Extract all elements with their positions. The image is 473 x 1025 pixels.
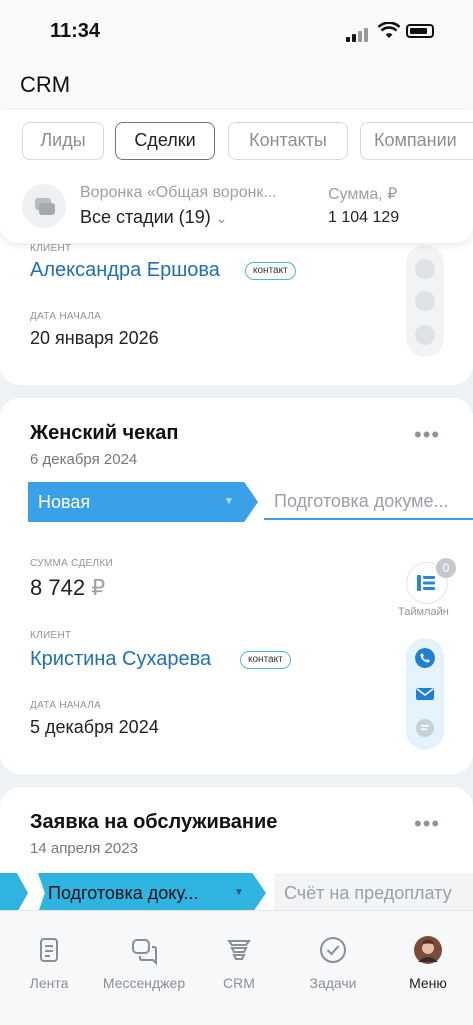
deal-date: 6 декабря 2024 [30, 451, 138, 468]
stage-current-label: Подготовка доку... [48, 883, 199, 903]
tasks-icon [318, 935, 348, 965]
stage-previous[interactable] [0, 873, 28, 913]
amount-value: 8 742 [30, 575, 86, 600]
phone-icon[interactable] [415, 648, 435, 668]
tab-deals[interactable]: Сделки [115, 122, 215, 160]
page-title: CRM [20, 72, 71, 97]
start-date-label: ДАТА НАЧАЛА [30, 311, 102, 322]
app-header [0, 62, 473, 112]
stage-current[interactable]: Новая ▼ [28, 482, 258, 522]
funnel-stage-value: Все стадии (19) [80, 207, 211, 227]
start-date: 20 января 2026 [30, 328, 159, 348]
mail-icon[interactable] [415, 684, 435, 704]
deal-title[interactable]: Заявка на обслуживание [30, 811, 277, 834]
start-date-label: ДАТА НАЧАЛА [30, 700, 102, 711]
chat-icon[interactable] [415, 718, 435, 738]
tab-menu-label: Меню [409, 975, 447, 991]
funnel-icon[interactable] [22, 184, 66, 228]
client-label: КЛИЕНТ [30, 630, 72, 641]
deal-card[interactable]: Женский чекап 6 декабря 2024 ••• Новая ▼… [0, 398, 473, 774]
stage-next[interactable]: Подготовка докуме... [264, 482, 473, 520]
phone-icon[interactable] [415, 259, 435, 279]
tab-leads[interactable]: Лиды [22, 122, 104, 160]
status-time: 11:34 [50, 20, 101, 42]
feed-icon [34, 935, 64, 965]
avatar [413, 935, 443, 965]
deal-card[interactable]: Заявка на обслуживание 14 апреля 2023 ••… [0, 787, 473, 927]
funnel-label[interactable]: Воронка «Общая воронк... [80, 184, 277, 202]
tab-feed-label: Лента [29, 975, 69, 991]
tab-tasks[interactable]: Задачи [286, 935, 380, 991]
contact-actions [406, 245, 444, 357]
client-label: КЛИЕНТ [30, 243, 72, 254]
bottom-tab-bar: Лента Мессенджер CRM Задачи Меню [0, 910, 473, 1025]
mail-icon[interactable] [415, 291, 435, 311]
timeline-icon [417, 575, 435, 591]
sum-label: Сумма, ₽ [328, 186, 398, 203]
wifi-icon [378, 22, 400, 38]
tab-companies[interactable]: Компании [360, 122, 473, 160]
start-date: 5 декабря 2024 [30, 717, 159, 737]
tab-messenger[interactable]: Мессенджер [97, 935, 191, 991]
sum-value: 1 104 129 [328, 209, 400, 226]
deal-amount: 8 742 ₽ [30, 575, 105, 601]
client-link[interactable]: Кристина Сухарева [30, 648, 211, 671]
contact-badge: контакт [245, 262, 296, 280]
tab-feed[interactable]: Лента [2, 935, 96, 991]
stage-current[interactable]: Подготовка доку... ▼ [38, 873, 266, 913]
stage-current-label: Новая [38, 492, 91, 512]
messenger-icon [129, 935, 159, 966]
filter-panel: Лиды Сделки Контакты Компании Воронка «О… [0, 110, 473, 243]
signal-icon [346, 24, 370, 42]
crm-icon [224, 935, 254, 965]
funnel-stage-select[interactable]: Все стадии (19) ⌄ [80, 207, 227, 228]
tab-crm[interactable]: CRM [192, 935, 286, 991]
amount-label: СУММА СДЕЛКИ [30, 558, 113, 569]
contact-actions [406, 638, 444, 750]
more-icon[interactable]: ••• [414, 811, 440, 837]
deal-date: 14 апреля 2023 [30, 840, 138, 857]
chat-icon[interactable] [415, 325, 435, 345]
deal-title[interactable]: Женский чекап [30, 422, 179, 445]
battery-icon [406, 24, 434, 38]
chevron-down-icon: ▼ [224, 496, 234, 507]
tab-tasks-label: Задачи [309, 975, 357, 991]
contact-badge: контакт [240, 651, 291, 669]
currency-symbol: ₽ [91, 575, 106, 600]
tab-menu[interactable]: Меню [381, 935, 473, 991]
stage-next[interactable]: Счёт на предоплату [274, 873, 473, 913]
client-link[interactable]: Александра Ершова [30, 259, 220, 282]
more-icon[interactable]: ••• [414, 422, 440, 448]
timeline-count-badge: 0 [436, 558, 456, 578]
timeline-label: Таймлайн [398, 606, 449, 618]
chevron-down-icon: ⌄ [215, 210, 228, 226]
tab-contacts[interactable]: Контакты [228, 122, 348, 160]
chevron-down-icon: ▼ [234, 887, 244, 898]
tab-crm-label: CRM [223, 975, 255, 991]
tab-messenger-label: Мессенджер [102, 975, 186, 991]
